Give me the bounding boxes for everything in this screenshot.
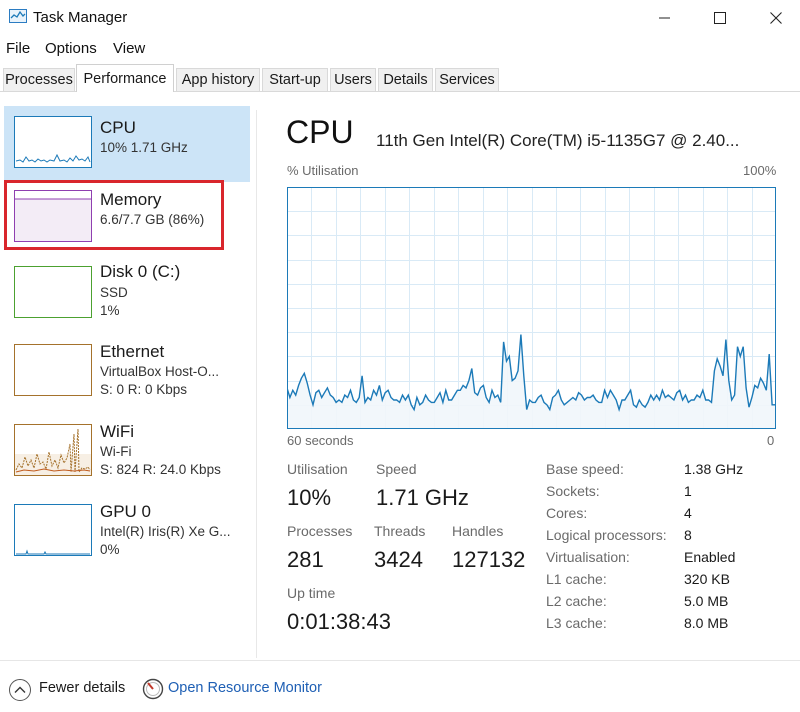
footer: Fewer details Open Resource Monitor xyxy=(0,668,800,708)
minimize-button[interactable] xyxy=(645,4,685,32)
open-resource-monitor-link[interactable]: Open Resource Monitor xyxy=(168,680,322,696)
cpu-utilisation-graph xyxy=(287,187,776,429)
cores-value: 4 xyxy=(684,505,692,521)
chevron-up-circle-icon[interactable] xyxy=(8,678,32,702)
memory-highlight-box xyxy=(4,180,224,250)
virtualisation-value: Enabled xyxy=(684,549,736,565)
minimize-icon xyxy=(659,17,670,19)
window-title: Task Manager xyxy=(33,9,128,26)
wifi-thumbnail-graph xyxy=(14,424,92,476)
sidebar-item-name: Disk 0 (C:) xyxy=(100,262,181,281)
sidebar-item-sub: VirtualBox Host-O... xyxy=(100,364,220,379)
threads-value: 3424 xyxy=(374,547,423,572)
handles-value: 127132 xyxy=(452,547,526,572)
sidebar-item-sub2: S: 0 R: 0 Kbps xyxy=(100,382,188,397)
ethernet-thumbnail-graph xyxy=(14,344,92,396)
close-button[interactable] xyxy=(756,4,796,32)
sidebar-item-ethernet[interactable]: Ethernet VirtualBox Host-O... S: 0 R: 0 … xyxy=(4,338,250,414)
l3-cache-value: 8.0 MB xyxy=(684,615,729,631)
tab-details[interactable]: Details xyxy=(378,68,433,91)
tab-processes[interactable]: Processes xyxy=(3,68,75,91)
utilisation-value: 10% xyxy=(287,485,332,510)
cores-label: Cores: xyxy=(546,505,588,521)
l2-cache-label: L2 cache: xyxy=(546,593,607,609)
maximize-icon xyxy=(714,12,726,24)
threads-label: Threads xyxy=(374,523,426,539)
resource-monitor-icon xyxy=(142,678,164,700)
menu-file[interactable]: File xyxy=(6,40,30,57)
sidebar-item-sub: SSD xyxy=(100,285,128,300)
tab-users[interactable]: Users xyxy=(330,68,376,91)
menu-options[interactable]: Options xyxy=(45,40,97,57)
speed-label: Speed xyxy=(376,461,417,477)
uptime-value: 0:01:38:43 xyxy=(287,609,391,634)
disk-thumbnail-graph xyxy=(14,266,92,318)
gpu-thumbnail-graph xyxy=(14,504,92,556)
l3-cache-label: L3 cache: xyxy=(546,615,607,631)
task-manager-icon xyxy=(9,9,27,23)
sidebar-item-sub2: 0% xyxy=(100,542,120,557)
tab-start-up[interactable]: Start-up xyxy=(262,68,328,91)
menu-view[interactable]: View xyxy=(113,40,145,57)
tab-services[interactable]: Services xyxy=(435,68,499,91)
l1-cache-label: L1 cache: xyxy=(546,571,607,587)
graph-x-left-label: 60 seconds xyxy=(287,433,354,448)
tab-app-history[interactable]: App history xyxy=(176,68,260,91)
graph-x-right-label: 0 xyxy=(767,433,775,448)
sidebar-item-cpu[interactable]: CPU 10% 1.71 GHz xyxy=(4,106,250,182)
pane-divider xyxy=(256,110,257,658)
l1-cache-value: 320 KB xyxy=(684,571,730,587)
sockets-label: Sockets: xyxy=(546,483,600,499)
sidebar-item-name: WiFi xyxy=(100,422,134,441)
sidebar-item-gpu-0[interactable]: GPU 0 Intel(R) Iris(R) Xe G... 0% xyxy=(4,498,250,574)
sidebar-item-name: CPU xyxy=(100,118,136,137)
handles-label: Handles xyxy=(452,523,504,539)
sidebar-item-disk-0[interactable]: Disk 0 (C:) SSD 1% xyxy=(4,258,250,334)
maximize-button[interactable] xyxy=(700,4,740,32)
footer-divider xyxy=(0,660,800,661)
graph-y-label: % Utilisation xyxy=(287,163,359,178)
sidebar-item-sub2: 1% xyxy=(100,303,120,318)
cpu-model-name: 11th Gen Intel(R) Core(TM) i5-1135G7 @ 2… xyxy=(376,131,740,150)
utilisation-label: Utilisation xyxy=(287,461,348,477)
logical-processors-label: Logical processors: xyxy=(546,527,667,543)
page-title: CPU xyxy=(286,114,354,150)
tab-performance[interactable]: Performance xyxy=(76,64,174,92)
sidebar-item-sub: Wi-Fi xyxy=(100,444,132,459)
sidebar-item-sub: Intel(R) Iris(R) Xe G... xyxy=(100,524,231,539)
l2-cache-value: 5.0 MB xyxy=(684,593,729,609)
sidebar-item-sub: 10% 1.71 GHz xyxy=(100,140,188,155)
sidebar-item-name: GPU 0 xyxy=(100,502,152,521)
processes-label: Processes xyxy=(287,523,353,539)
sidebar-item-name: Ethernet xyxy=(100,342,165,361)
graph-y-max-label: 100% xyxy=(743,163,777,178)
menu-bar: File Options View xyxy=(0,38,800,60)
sidebar-item-sub2: S: 824 R: 24.0 Kbps xyxy=(100,462,221,477)
uptime-label: Up time xyxy=(287,585,336,601)
logical-processors-value: 8 xyxy=(684,527,692,543)
sidebar-item-wifi[interactable]: WiFi Wi-Fi S: 824 R: 24.0 Kbps xyxy=(4,418,250,494)
base-speed-label: Base speed: xyxy=(546,461,624,477)
fewer-details-button[interactable]: Fewer details xyxy=(39,680,125,696)
virtualisation-label: Virtualisation: xyxy=(546,549,630,565)
speed-value: 1.71 GHz xyxy=(376,485,469,510)
base-speed-value: 1.38 GHz xyxy=(684,461,744,477)
close-icon xyxy=(770,12,782,24)
title-bar: Task Manager xyxy=(0,0,800,36)
processes-value: 281 xyxy=(287,547,324,572)
sockets-value: 1 xyxy=(684,483,692,499)
cpu-thumbnail-graph xyxy=(14,116,92,168)
